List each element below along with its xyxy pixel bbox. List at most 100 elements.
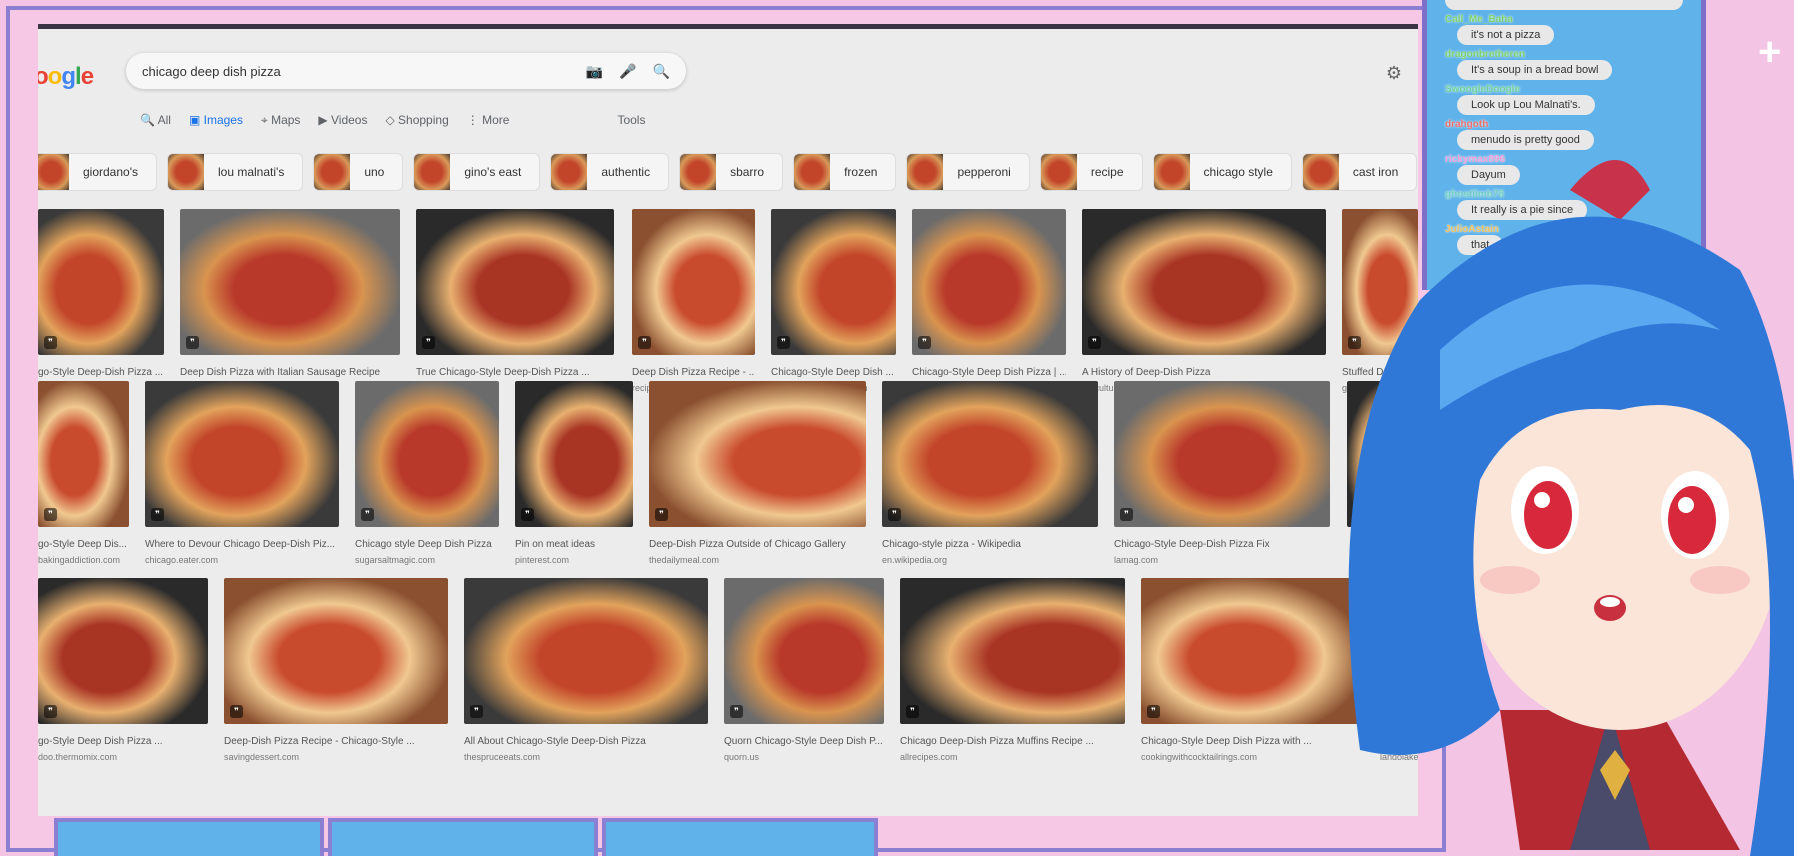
image-title[interactable]: True Chicago-Style Deep-Dish Pizza ... xyxy=(416,367,614,378)
image-title[interactable]: Deep Dish Pizza with Italian Sausage Rec… xyxy=(180,367,400,378)
image-result[interactable]: ❞Chicago-Style Deep Dish ...thecuriousch… xyxy=(771,209,896,393)
search-icon[interactable]: 🔍 xyxy=(653,63,670,80)
pizza-thumbnail[interactable]: ❞ xyxy=(464,578,708,724)
search-input[interactable]: chicago deep dish pizza xyxy=(142,64,570,79)
image-result[interactable]: ❞ Chicago style Deep Dish Pizza sugarsaltm… xyxy=(355,381,499,565)
pizza-thumbnail[interactable]: ❞ xyxy=(900,578,1125,724)
image-title[interactable]: Chicago Deep-Dish Pizza Muffins Recipe .… xyxy=(900,736,1125,747)
image-title[interactable]: Chicago-Style Deep Dish ... xyxy=(771,367,896,378)
image-source: thedailymeal.com xyxy=(649,555,720,565)
camera-icon[interactable]: 📷 xyxy=(586,63,603,80)
pizza-thumbnail[interactable]: ❞ xyxy=(355,381,499,527)
image-result[interactable]: ❞A History of Deep-Dish Pizzatheculturet… xyxy=(1082,209,1326,393)
image-title[interactable]: Chicago style Deep Dish Pizza xyxy=(355,539,499,550)
pizza-thumbnail[interactable]: ❞ xyxy=(515,381,633,527)
related-chip[interactable]: gino's east xyxy=(413,153,541,191)
image-result[interactable]: ❞ go-Style Deep Dish Pizza ... doo.thermom… xyxy=(38,578,208,762)
image-result[interactable]: ❞True Chicago-Style Deep-Dish Pizza ...f… xyxy=(416,209,614,393)
tab-more[interactable]: ⋮ More xyxy=(467,113,510,128)
image-source: lamag.com xyxy=(1114,555,1159,565)
tab-videos[interactable]: ▶ Videos xyxy=(318,113,367,128)
pizza-thumbnail[interactable]: ❞ xyxy=(912,209,1066,355)
image-result[interactable]: ❞ All About Chicago-Style Deep-Dish Pizza… xyxy=(464,578,708,762)
image-title[interactable]: go-Style Deep-Dish Pizza ... xyxy=(38,367,164,378)
image-title[interactable]: All About Chicago-Style Deep-Dish Pizza xyxy=(464,736,708,747)
image-result[interactable]: ❞go-Style Deep-Dish Pizza ...illustrated… xyxy=(38,209,164,393)
tools-button[interactable]: Tools xyxy=(617,113,645,128)
pizza-thumbnail[interactable]: ❞ xyxy=(724,578,884,724)
image-result[interactable]: ❞ Where to Devour Chicago Deep-Dish Piz..… xyxy=(145,381,339,565)
chip-label: frozen xyxy=(844,165,878,179)
quote-icon: ❞ xyxy=(422,336,435,349)
image-source: bakingaddiction.com xyxy=(38,555,121,565)
related-chip[interactable]: recipe xyxy=(1039,153,1143,191)
pizza-thumbnail[interactable]: ❞ xyxy=(882,381,1098,527)
related-chip[interactable]: giordano's xyxy=(38,153,157,191)
image-result[interactable]: ❞ Chicago-Style Deep-Dish Pizza Fix lamag.… xyxy=(1114,381,1330,565)
chat-message: dragonbretheren It's a soup in a bread bo… xyxy=(1445,49,1701,80)
quote-icon: ❞ xyxy=(44,705,57,718)
related-chip[interactable]: authentic xyxy=(550,153,670,191)
pizza-thumbnail[interactable]: ❞ xyxy=(416,209,614,355)
image-result[interactable]: ❞Deep Dish Pizza Recipe - ...recipegirl.… xyxy=(632,209,755,393)
image-title[interactable]: Chicago-Style Deep-Dish Pizza Fix xyxy=(1114,539,1330,550)
pizza-thumbnail[interactable]: ❞ xyxy=(38,381,129,527)
related-chip[interactable]: pepperoni xyxy=(906,153,1030,191)
image-result[interactable]: ❞ Pin on meat ideas pinterest.com xyxy=(515,381,633,565)
image-title[interactable]: Deep-Dish Pizza Outside of Chicago Galle… xyxy=(649,539,866,550)
image-result[interactable]: ❞ Quorn Chicago-Style Deep Dish P... quorn… xyxy=(724,578,884,762)
chat-text: menudo is pretty good xyxy=(1457,130,1594,150)
quote-icon: ❞ xyxy=(777,336,790,349)
image-source: chicago.eater.com xyxy=(145,555,219,565)
image-title[interactable]: Quorn Chicago-Style Deep Dish P... xyxy=(724,736,884,747)
image-result[interactable]: ❞ go-Style Deep Dis... bakingaddiction.com xyxy=(38,381,129,565)
chip-thumbnail xyxy=(794,154,831,190)
image-title[interactable]: Chicago-Style Deep Dish Pizza | ... xyxy=(912,367,1066,378)
pizza-thumbnail[interactable]: ❞ xyxy=(224,578,448,724)
chat-text: it's not a pizza xyxy=(1457,25,1555,45)
image-title[interactable]: Deep Dish Pizza Recipe - ... xyxy=(632,367,755,378)
gear-icon[interactable]: ⚙ xyxy=(1386,63,1402,84)
image-title[interactable]: Pin on meat ideas xyxy=(515,539,633,550)
image-result[interactable]: ❞ Deep-Dish Pizza Outside of Chicago Gall… xyxy=(649,381,866,565)
search-box[interactable]: chicago deep dish pizza 📷 🎤 🔍 xyxy=(126,53,686,89)
image-result[interactable]: ❞Chicago-Style Deep Dish Pizza | ...howt… xyxy=(912,209,1066,393)
image-result[interactable]: ❞ Chicago Deep-Dish Pizza Muffins Recipe … xyxy=(900,578,1125,762)
image-result[interactable]: ❞ Chicago-style pizza - Wikipedia en.wikip… xyxy=(882,381,1098,565)
quote-icon: ❞ xyxy=(361,508,374,521)
related-chip[interactable]: frozen xyxy=(793,153,897,191)
related-chip[interactable]: lou malnati's xyxy=(167,153,304,191)
chat-username: SwoogleDoogle xyxy=(1445,84,1520,95)
chip-thumbnail xyxy=(907,154,944,190)
chip-thumbnail xyxy=(38,154,69,190)
quote-icon: ❞ xyxy=(44,336,57,349)
image-result[interactable]: ❞ Deep-Dish Pizza Recipe - Chicago-Style … xyxy=(224,578,448,762)
tab-images[interactable]: ▣ Images xyxy=(189,113,243,128)
pizza-thumbnail[interactable]: ❞ xyxy=(649,381,866,527)
chip-label: sbarro xyxy=(730,165,765,179)
related-chip[interactable]: uno xyxy=(313,153,404,191)
image-title[interactable]: Where to Devour Chicago Deep-Dish Piz... xyxy=(145,539,339,550)
pizza-thumbnail[interactable]: ❞ xyxy=(38,209,164,355)
related-chip[interactable]: chicago style xyxy=(1152,153,1292,191)
mic-icon[interactable]: 🎤 xyxy=(619,63,636,80)
tab-shopping[interactable]: ◇ Shopping xyxy=(385,113,448,128)
pizza-thumbnail[interactable]: ❞ xyxy=(632,209,755,355)
chip-thumbnail xyxy=(1153,154,1190,190)
image-title[interactable]: go-Style Deep Dish Pizza ... xyxy=(38,736,208,747)
image-title[interactable]: Chicago-style pizza - Wikipedia xyxy=(882,539,1098,550)
image-title[interactable]: Deep-Dish Pizza Recipe - Chicago-Style .… xyxy=(224,736,448,747)
related-chip[interactable]: sbarro xyxy=(679,153,784,191)
tab-all[interactable]: 🔍 All xyxy=(140,113,171,128)
image-title[interactable]: go-Style Deep Dis... xyxy=(38,539,129,550)
pizza-thumbnail[interactable]: ❞ xyxy=(180,209,400,355)
pizza-thumbnail[interactable]: ❞ xyxy=(1082,209,1326,355)
image-result[interactable]: ❞ Deep Dish Pizza with Italian Sausage Re… xyxy=(180,209,400,393)
pizza-thumbnail[interactable]: ❞ xyxy=(38,578,208,724)
pizza-thumbnail[interactable]: ❞ xyxy=(145,381,339,527)
pizza-thumbnail[interactable]: ❞ xyxy=(771,209,896,355)
tab-maps[interactable]: ⌖ Maps xyxy=(261,113,300,128)
image-title[interactable]: A History of Deep-Dish Pizza xyxy=(1082,367,1326,378)
pizza-thumbnail[interactable]: ❞ xyxy=(1114,381,1330,527)
quote-icon: ❞ xyxy=(230,705,243,718)
